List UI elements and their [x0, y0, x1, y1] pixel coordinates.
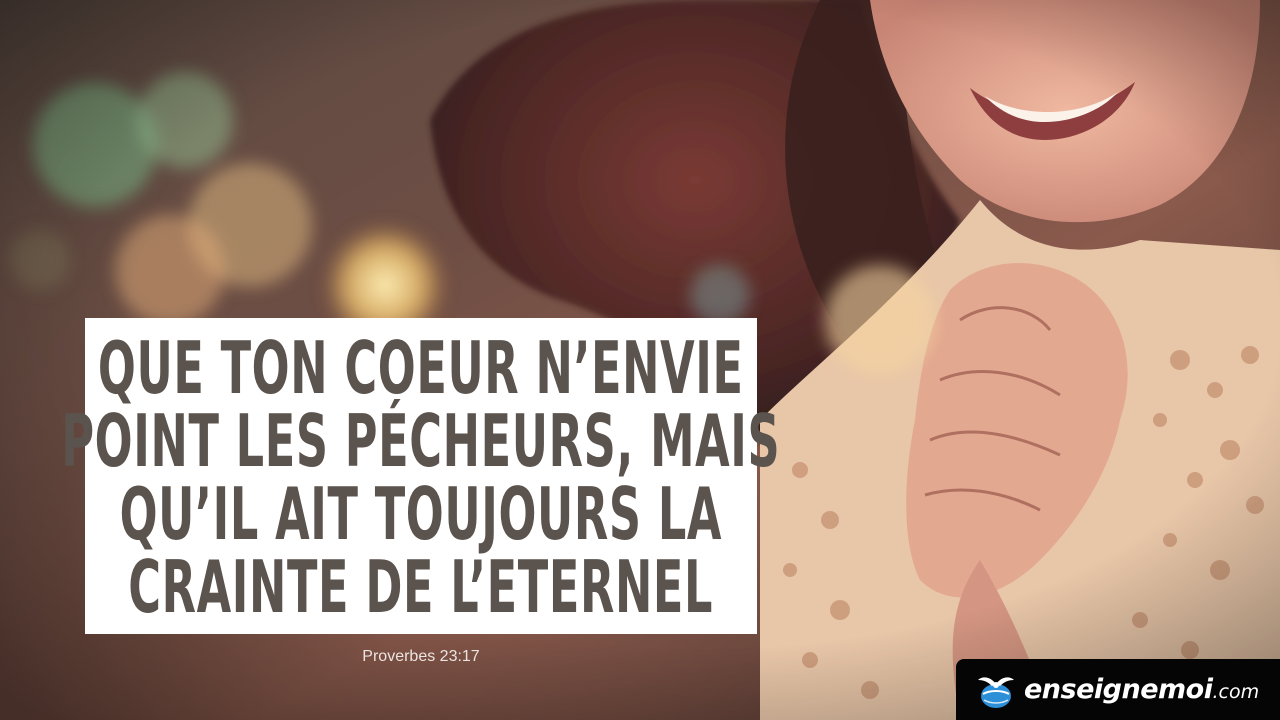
quote-line: CRAINTE DE L’ETERNEL [128, 545, 714, 629]
quote-line: QU’IL AIT TOUJOURS LA [119, 472, 723, 556]
quote-line: QUE TON COEUR N’ENVIE [98, 326, 744, 410]
quote-line: POINT LES PÉCHEURS, MAIS [61, 399, 781, 483]
brand-suffix: .com [1212, 681, 1260, 703]
quote-panel: QUE TON COEUR N’ENVIE POINT LES PÉCHEURS… [62, 318, 780, 634]
brand-name: enseignemoi [1024, 674, 1213, 705]
brand-logo-badge[interactable]: enseignemoi .com [956, 659, 1280, 720]
globe-dove-logo-icon [978, 676, 1014, 708]
bible-reference: Proverbes 23:17 [362, 648, 480, 665]
